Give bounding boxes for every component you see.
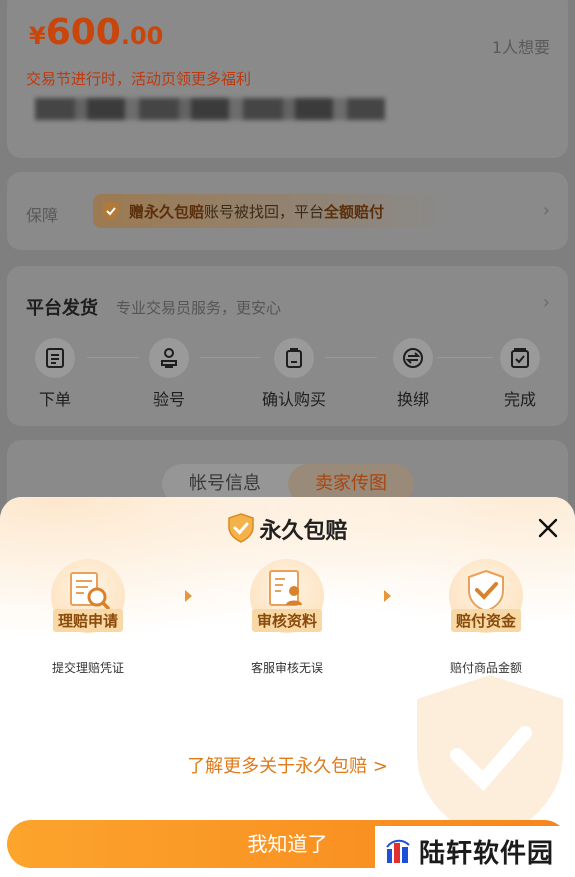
guarantee-label: 保障 xyxy=(26,206,59,225)
shield-check-icon xyxy=(228,513,255,543)
complete-icon xyxy=(511,348,529,368)
guarantee-pill: 赠永久包赔 账号被找回，平台 全额赔付 xyxy=(93,194,448,228)
claim-step-desc: 提交理赔凭证 xyxy=(51,661,124,675)
step-label: 验号 xyxy=(152,390,185,409)
guarantee-sheet: 永久包赔 理赔申请 提交理赔凭证 审核资料 客服审核无误 赔付资金 赔付商品金额… xyxy=(0,497,575,877)
step-confirm: 确认购买 xyxy=(247,338,341,410)
chevron-right-icon: › xyxy=(542,292,550,313)
shipping-card[interactable]: 平台发货 专业交易员服务，更安心 › 下单 验号 确认购买 换绑 完成 xyxy=(7,266,568,426)
arrow-right-icon xyxy=(384,590,391,602)
claim-review-icon: 审核资料 xyxy=(250,559,324,633)
learn-more-link[interactable]: 了解更多关于永久包赔 > xyxy=(0,752,575,778)
step-label: 换绑 xyxy=(396,390,429,409)
price-integer: 600 xyxy=(45,12,121,53)
shipping-title: 平台发货 xyxy=(26,298,98,319)
claim-step-tag: 赔付资金 xyxy=(450,609,522,632)
claim-apply-icon: 理赔申请 xyxy=(51,559,125,633)
close-icon[interactable] xyxy=(537,517,559,539)
order-icon xyxy=(46,348,64,368)
claim-step-payout: 赔付资金 赔付商品金额 xyxy=(411,559,561,676)
shipping-steps: 下单 验号 确认购买 换绑 完成 xyxy=(7,338,568,410)
rebind-icon xyxy=(403,348,423,368)
guarantee-badge: 赠永久包赔 xyxy=(129,202,205,221)
step-label: 完成 xyxy=(503,390,536,409)
step-rebind: 换绑 xyxy=(373,338,453,410)
claim-step-desc: 客服审核无误 xyxy=(250,661,323,675)
promo-text[interactable]: 交易节进行时，活动页领更多福利 xyxy=(26,68,251,89)
shipping-subtitle: 专业交易员服务，更安心 xyxy=(116,299,282,317)
claim-step-tag: 理赔申请 xyxy=(52,609,124,632)
sheet-title-text: 永久包赔 xyxy=(259,519,348,544)
arrow-right-icon xyxy=(185,590,192,602)
shield-check-icon xyxy=(103,201,119,221)
verify-icon xyxy=(161,348,177,368)
step-verify: 验号 xyxy=(129,338,209,410)
step-complete: 完成 xyxy=(480,338,560,410)
price: ¥600.00 xyxy=(29,12,163,53)
claim-payout-icon: 赔付资金 xyxy=(449,559,523,633)
confirm-purchase-icon xyxy=(286,348,302,368)
wants-count: 1人想要 xyxy=(491,38,550,57)
claim-step-tag: 审核资料 xyxy=(251,609,323,632)
step-label: 确认购买 xyxy=(261,390,326,409)
price-card: ¥600.00 1人想要 交易节进行时，活动页领更多福利 xyxy=(7,0,568,158)
watermark-text: 陆轩软件园 xyxy=(419,839,555,869)
watermark: 陆轩软件园 xyxy=(375,826,575,877)
guarantee-row[interactable]: 保障 赠永久包赔 账号被找回，平台 全额赔付 › xyxy=(7,172,568,250)
step-order: 下单 xyxy=(15,338,95,410)
price-currency: ¥ xyxy=(29,22,46,50)
claim-step-review: 审核资料 客服审核无误 xyxy=(212,559,362,676)
watermark-logo-icon xyxy=(386,839,410,863)
claim-step-apply: 理赔申请 提交理赔凭证 xyxy=(13,559,163,676)
sheet-title: 永久包赔 xyxy=(0,513,575,545)
blurred-title xyxy=(35,98,385,120)
guarantee-text-b: 全额赔付 xyxy=(324,202,385,221)
price-decimal: .00 xyxy=(120,22,164,50)
guarantee-text-a: 账号被找回，平台 xyxy=(204,202,325,221)
step-label: 下单 xyxy=(38,390,71,409)
chevron-right-icon: › xyxy=(542,200,550,221)
